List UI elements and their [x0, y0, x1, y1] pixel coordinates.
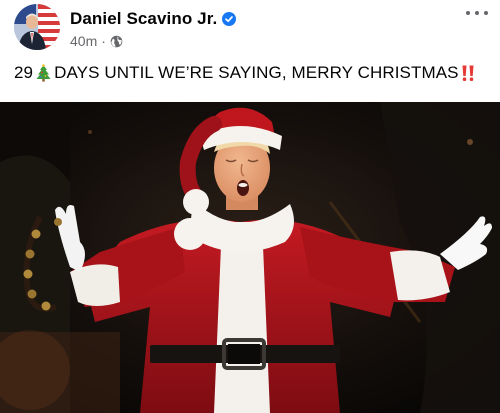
- facebook-post: Daniel Scavino Jr. 40m · 29 DAYS UNTIL W…: [0, 0, 500, 413]
- more-dot: [475, 11, 479, 15]
- double-exclamation-icon: [461, 64, 475, 82]
- post-photo[interactable]: [0, 102, 500, 413]
- more-options-icon[interactable]: [466, 6, 488, 20]
- post-meta: 40m ·: [70, 32, 123, 50]
- meta-separator: ·: [101, 33, 106, 49]
- author-name[interactable]: Daniel Scavino Jr.: [70, 9, 217, 29]
- more-dot: [484, 11, 488, 15]
- post-text-prefix: 29: [14, 63, 34, 82]
- post-timestamp[interactable]: 40m: [70, 33, 97, 49]
- author-avatar[interactable]: [14, 4, 60, 50]
- verified-badge-icon: [222, 12, 237, 26]
- author-row: Daniel Scavino Jr.: [70, 8, 237, 30]
- post-text-body: DAYS UNTIL WE’RE SAYING, MERRY CHRISTMAS: [54, 63, 459, 82]
- christmas-tree-icon: [36, 64, 51, 82]
- santa-performer-illustration: [0, 102, 500, 413]
- globe-icon: [110, 35, 123, 48]
- more-dot: [466, 11, 470, 15]
- post-text: 29 DAYS UNTIL WE’RE SAYING, MERRY CHRIST…: [14, 63, 489, 83]
